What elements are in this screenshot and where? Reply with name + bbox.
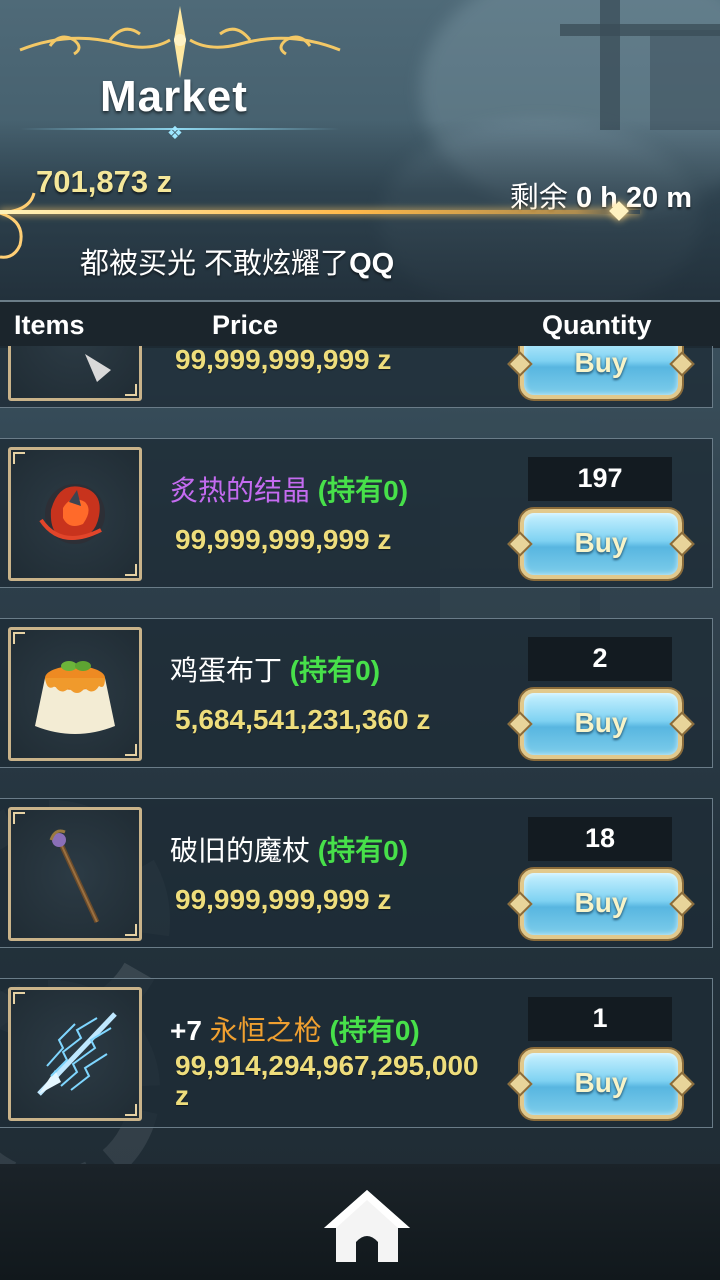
item-title: 永恒之枪 [209, 1015, 322, 1046]
item-quantity: 18 [528, 817, 672, 861]
item-title: 鸡蛋布丁 [170, 655, 283, 686]
page-title: Market [100, 72, 248, 121]
item-thumbnail[interactable] [8, 447, 142, 581]
magic-staff-icon [49, 829, 100, 924]
enhance-level: +7 [170, 1015, 202, 1046]
item-price: 99,999,999,999 z [175, 884, 392, 915]
lightning-spear-icon [37, 1012, 117, 1096]
item-name: 鸡蛋布丁 (持有0) [170, 649, 380, 689]
item-owned-count: (持有0) [317, 475, 409, 506]
item-title: 破旧的魔杖 [170, 835, 311, 866]
market-row: 炙热的结晶 (持有0) 99,999,999,999 z 197 Buy [0, 438, 713, 588]
item-name: 破旧的魔杖 (持有0) [170, 829, 408, 869]
item-quantity: 197 [528, 457, 672, 501]
gem-icon: ❖ [166, 123, 184, 143]
column-items: Items [14, 310, 85, 340]
item-name: +7 永恒之枪 (持有0) [170, 1009, 420, 1049]
buy-button[interactable]: Buy [520, 689, 682, 759]
item-price: 99,999,999,999 z [175, 524, 392, 555]
item-name: 炙热的结晶 (持有0) [170, 469, 408, 509]
item-thumbnail[interactable] [8, 807, 142, 941]
item-owned-count: (持有0) [289, 655, 381, 686]
divider-line [0, 210, 640, 214]
market-row: 破旧的魔杖 (持有0) 99,999,999,999 z 18 Buy [0, 798, 713, 948]
column-quantity: Quantity [542, 310, 652, 340]
market-header: Market ❖ 701,873 z 剩余 0 h 20 m 都被买光 不敢炫耀… [0, 0, 720, 300]
notice-text: 都被买光 不敢炫耀了QQ [80, 248, 395, 280]
item-owned-count: (持有0) [317, 835, 409, 866]
item-thumbnail[interactable] [8, 346, 142, 401]
item-title: 炙热的结晶 [170, 475, 311, 506]
buy-button[interactable]: Buy [520, 346, 682, 399]
column-price: Price [212, 310, 279, 340]
fire-crystal-icon [39, 484, 105, 544]
market-item-list[interactable]: 99,999,999,999 z Buy 炙热的结晶 (持有0) 99,999,… [0, 346, 720, 1164]
item-price: 5,684,541,231,360 z [175, 704, 431, 735]
column-header: Items Price Quantity [0, 300, 720, 348]
buy-button[interactable]: Buy [520, 1049, 682, 1119]
market-row: +7 永恒之枪 (持有0) 99,914,294,967,295,000 z 1… [0, 978, 713, 1128]
item-thumbnail[interactable] [8, 987, 142, 1121]
home-icon[interactable] [322, 1186, 412, 1266]
money-balance: 701,873 z [36, 164, 173, 199]
item-price: 99,999,999,999 z [175, 346, 392, 375]
item-price: 99,914,294,967,295,000 z [175, 1050, 479, 1111]
partial-item-icon [85, 354, 111, 382]
bottom-bar [0, 1164, 720, 1280]
swirl-ornament-icon [0, 192, 36, 259]
item-quantity: 2 [528, 637, 672, 681]
item-quantity: 1 [528, 997, 672, 1041]
buy-button[interactable]: Buy [520, 869, 682, 939]
market-row: 鸡蛋布丁 (持有0) 5,684,541,231,360 z 2 Buy [0, 618, 713, 768]
pudding-icon [35, 661, 115, 734]
item-owned-count: (持有0) [329, 1015, 420, 1046]
buy-button[interactable]: Buy [520, 509, 682, 579]
market-row: 99,999,999,999 z Buy [0, 346, 713, 408]
item-thumbnail[interactable] [8, 627, 142, 761]
